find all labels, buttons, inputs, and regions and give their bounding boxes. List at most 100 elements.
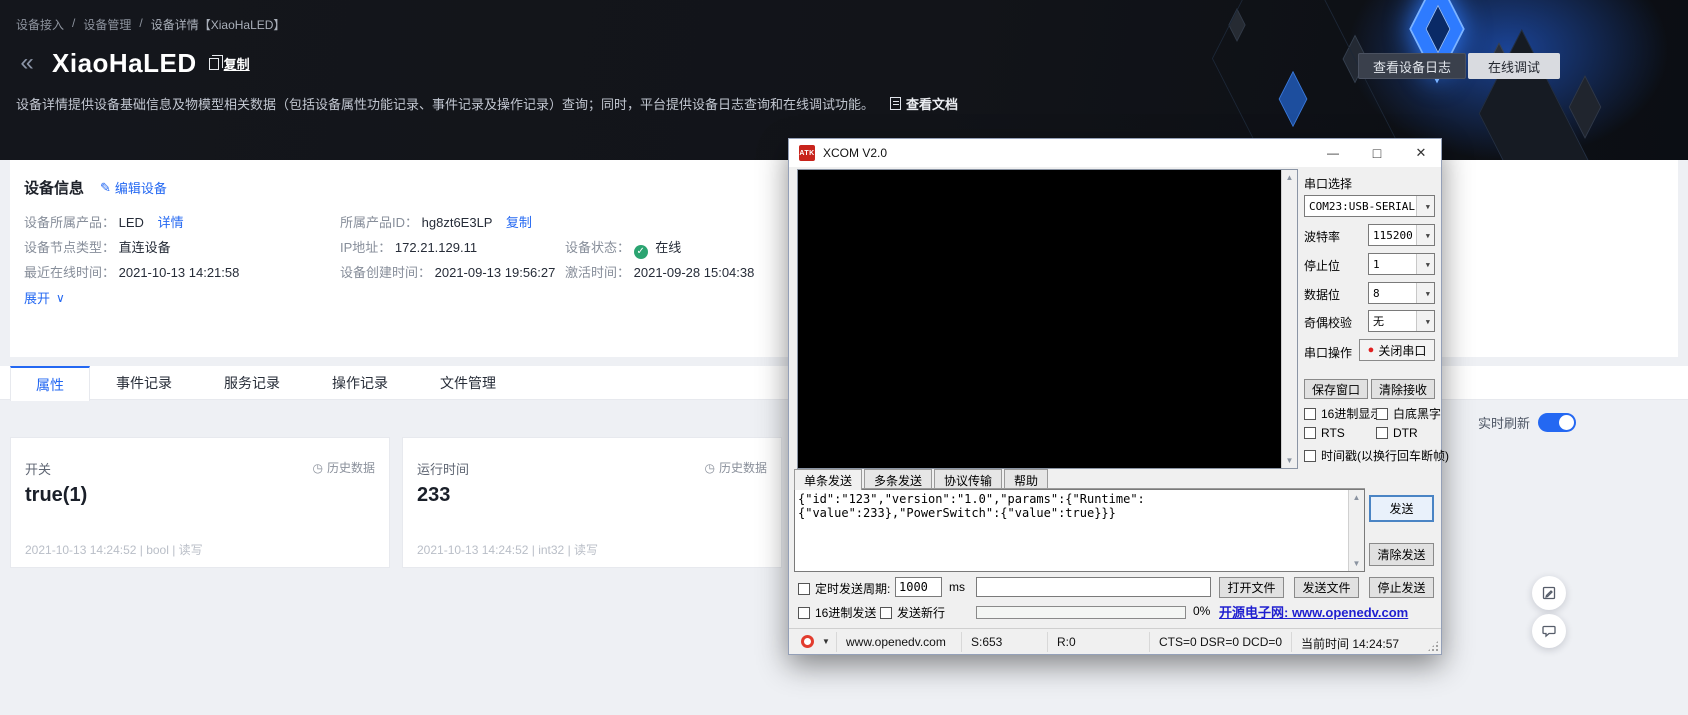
port-select-dropdown[interactable]: COM23:USB-SERIAL — [1304, 195, 1435, 217]
timestamp-checkbox[interactable]: 时间戳(以换行回车断帧) — [1304, 447, 1449, 464]
tab-operation-log[interactable]: 操作记录 — [306, 366, 414, 400]
send-input[interactable]: {"id":"123","version":"1.0","params":{"R… — [795, 490, 1348, 571]
dtr-checkbox[interactable]: DTR — [1376, 426, 1418, 440]
checkbox-icon — [880, 607, 892, 619]
field-value: 172.21.129.11 — [395, 240, 477, 255]
record-indicator-icon[interactable] — [801, 635, 814, 648]
tab-file-management[interactable]: 文件管理 — [414, 366, 522, 400]
checkbox-icon — [798, 583, 810, 595]
data-bits-dropdown[interactable]: 8 — [1368, 282, 1435, 304]
edit-device-link[interactable]: 编辑设备 — [100, 178, 167, 197]
data-bits-value: 8 — [1373, 287, 1380, 300]
openedv-site-link[interactable]: 开源电子网: www.openedv.com — [1219, 602, 1408, 621]
port-select-value: COM23:USB-SERIAL — [1309, 200, 1415, 213]
send-file-path-input[interactable] — [976, 577, 1211, 597]
tab-service-log[interactable]: 服务记录 — [198, 366, 306, 400]
tab-properties[interactable]: 属性 — [10, 366, 90, 401]
close-serial-port-label: 关闭串口 — [1378, 342, 1426, 359]
product-detail-link[interactable]: 详情 — [158, 215, 184, 230]
send-tabs: 单条发送 多条发送 协议传输 帮助 — [794, 469, 1365, 489]
statusbar-port-caret-icon[interactable]: ▼ — [822, 637, 830, 646]
clear-receive-button[interactable]: 清除接收 — [1371, 379, 1435, 399]
white-bg-label: 白底黑字 — [1393, 407, 1441, 421]
property-meta: 2021-10-13 14:24:52 | int32 | 读写 — [417, 541, 598, 558]
send-newline-checkbox[interactable]: 发送新行 — [880, 604, 945, 621]
online-debug-button[interactable]: 在线调试 — [1468, 53, 1560, 79]
tab-help[interactable]: 帮助 — [1004, 469, 1048, 488]
parity-dropdown[interactable]: 无 — [1368, 310, 1435, 332]
baud-rate-value: 115200 — [1373, 229, 1413, 242]
stop-bits-dropdown[interactable]: 1 — [1368, 253, 1435, 275]
statusbar-url: www.openedv.com — [846, 635, 946, 649]
scroll-down-icon: ▼ — [1282, 456, 1297, 465]
breadcrumb-item-device-management[interactable]: 设备管理 — [83, 16, 131, 33]
checkbox-icon — [1304, 427, 1316, 439]
minimize-button[interactable] — [1311, 139, 1355, 167]
property-value: true(1) — [25, 484, 87, 507]
field-label: 激活时间： — [565, 265, 630, 280]
stop-send-button[interactable]: 停止发送 — [1369, 577, 1434, 598]
hero-glow — [1348, 0, 1668, 160]
property-value: 233 — [417, 484, 450, 507]
resize-grip[interactable] — [1427, 640, 1439, 652]
tab-single-send[interactable]: 单条发送 — [794, 469, 862, 490]
xcom-titlebar[interactable]: ATK XCOM V2.0 — [789, 139, 1441, 167]
clear-send-button[interactable]: 清除发送 — [1369, 543, 1434, 566]
hex-display-checkbox[interactable]: 16进制显示 — [1304, 405, 1382, 422]
tab-event-log[interactable]: 事件记录 — [90, 366, 198, 400]
statusbar-divider — [1047, 632, 1048, 652]
send-input-scrollbar[interactable]: ▲ ▼ — [1348, 490, 1364, 571]
field-label: 设备所属产品： — [24, 215, 115, 230]
save-window-button[interactable]: 保存窗口 — [1304, 379, 1368, 399]
copy-device-name-button[interactable]: 复制 — [209, 54, 250, 73]
hex-send-label: 16进制发送 — [815, 606, 876, 620]
support-chat-button[interactable] — [1532, 614, 1566, 648]
send-file-button[interactable]: 发送文件 — [1294, 577, 1359, 598]
hex-send-checkbox[interactable]: 16进制发送 — [798, 604, 876, 621]
terminal-scrollbar[interactable]: ▲ ▼ — [1281, 170, 1297, 468]
period-input[interactable] — [895, 577, 942, 597]
scroll-up-icon: ▲ — [1282, 173, 1297, 182]
tab-multi-send[interactable]: 多条发送 — [864, 469, 932, 488]
back-icon[interactable]: « — [14, 51, 40, 77]
rts-checkbox[interactable]: RTS — [1304, 426, 1345, 440]
baud-rate-dropdown[interactable]: 115200 — [1368, 224, 1435, 246]
view-docs-link[interactable]: 查看文档 — [890, 94, 958, 113]
feedback-button[interactable] — [1532, 576, 1566, 610]
white-bg-checkbox[interactable]: 白底黑字 — [1376, 405, 1441, 422]
timed-send-checkbox[interactable]: 定时发送 — [798, 580, 863, 597]
property-name: 运行时间 — [417, 459, 469, 478]
xcom-statusbar: ▼ www.openedv.com S:653 R:0 CTS=0 DSR=0 … — [789, 628, 1441, 654]
rts-label: RTS — [1321, 426, 1345, 440]
field-label: IP地址： — [340, 240, 391, 255]
device-info-title: 设备信息 — [24, 177, 84, 198]
terminal-output[interactable]: ▲ ▼ — [797, 169, 1298, 469]
hero-cube — [1569, 75, 1601, 139]
xcom-window: ATK XCOM V2.0 ▲ ▼ 串口选择 COM23:USB-SERIAL … — [788, 138, 1442, 655]
close-button[interactable] — [1399, 139, 1443, 167]
breadcrumb-separator: / — [72, 16, 75, 33]
copy-product-id-link[interactable]: 复制 — [506, 215, 532, 230]
history-data-link[interactable]: 历史数据 — [705, 459, 768, 476]
open-file-button[interactable]: 打开文件 — [1219, 577, 1284, 598]
checkbox-icon — [1376, 408, 1388, 420]
statusbar-current-time: 当前时间 14:24:57 — [1301, 635, 1399, 652]
online-check-icon: ✓ — [634, 245, 648, 259]
hero-plate — [1479, 29, 1617, 160]
data-bits-label: 数据位 — [1304, 286, 1340, 303]
field-label: 所属产品ID： — [340, 215, 418, 230]
realtime-refresh-toggle[interactable] — [1538, 413, 1576, 432]
maximize-button[interactable] — [1355, 139, 1399, 167]
view-device-logs-button[interactable]: 查看设备日志 — [1358, 53, 1466, 79]
field-value: 直连设备 — [119, 240, 171, 255]
field-product: 设备所属产品： LED 详情 — [24, 212, 184, 231]
send-button[interactable]: 发送 — [1369, 495, 1434, 522]
expand-link[interactable]: 展开 — [24, 288, 65, 307]
serial-op-label: 串口操作 — [1304, 344, 1352, 361]
close-serial-port-button[interactable]: 关闭串口 — [1359, 339, 1435, 361]
tab-protocol-transfer[interactable]: 协议传输 — [934, 469, 1002, 488]
breadcrumb-item-device-access[interactable]: 设备接入 — [16, 16, 64, 33]
stop-bits-value: 1 — [1373, 258, 1380, 271]
history-data-link[interactable]: 历史数据 — [313, 459, 376, 476]
field-product-id: 所属产品ID： hg8zt6E3LP 复制 — [340, 212, 532, 231]
